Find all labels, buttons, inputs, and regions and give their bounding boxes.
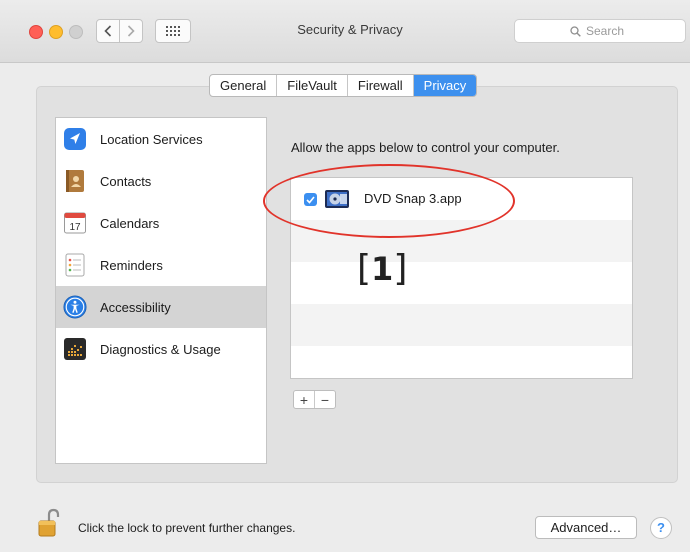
empty-list-row xyxy=(291,304,632,346)
search-input[interactable] xyxy=(586,24,630,38)
annotation-number: 1 xyxy=(371,250,394,288)
annotation-highlight-oval xyxy=(263,164,515,238)
accessibility-icon xyxy=(63,295,87,319)
contacts-book-icon xyxy=(63,169,87,193)
zoom-window-button[interactable] xyxy=(69,25,83,39)
tab-bar: General FileVault Firewall Privacy xyxy=(209,74,478,97)
tab-firewall[interactable]: Firewall xyxy=(348,75,414,96)
tab-general[interactable]: General xyxy=(210,75,278,96)
sidebar-item-reminders[interactable]: Reminders xyxy=(56,244,266,286)
search-field[interactable] xyxy=(514,19,686,43)
advanced-button[interactable]: Advanced… xyxy=(535,516,637,539)
sidebar-item-calendars[interactable]: 17 Calendars xyxy=(56,202,266,244)
privacy-category-list: Location Services Contacts 17 Calendars … xyxy=(55,117,267,464)
sidebar-item-label: Accessibility xyxy=(100,299,171,315)
calendar-icon: 17 xyxy=(63,211,87,235)
title-bar: Security & Privacy xyxy=(0,0,690,63)
back-button[interactable] xyxy=(96,19,120,43)
sidebar-item-location-services[interactable]: Location Services xyxy=(56,118,266,160)
calendar-day-number: 17 xyxy=(69,222,81,233)
annotation-label: [1] xyxy=(357,248,407,289)
chevron-right-icon xyxy=(127,25,135,37)
add-remove-control: + − xyxy=(293,390,336,409)
sidebar-item-contacts[interactable]: Contacts xyxy=(56,160,266,202)
sidebar-item-label: Contacts xyxy=(100,173,152,189)
empty-list-row xyxy=(291,262,632,304)
chevron-left-icon xyxy=(104,25,112,37)
help-button[interactable]: ? xyxy=(650,517,672,539)
annotation-bracket-open: [ xyxy=(357,248,372,289)
sidebar-item-label: Reminders xyxy=(100,257,163,273)
show-all-button[interactable] xyxy=(155,19,191,43)
close-window-button[interactable] xyxy=(29,25,43,39)
add-app-button[interactable]: + xyxy=(294,391,315,408)
minimize-window-button[interactable] xyxy=(49,25,63,39)
lock-icon[interactable] xyxy=(36,508,60,538)
forward-button[interactable] xyxy=(119,19,143,43)
location-arrow-icon xyxy=(63,127,87,151)
lock-status-text: Click the lock to prevent further change… xyxy=(78,521,296,535)
sidebar-item-label: Location Services xyxy=(100,131,203,147)
tab-privacy[interactable]: Privacy xyxy=(413,75,477,96)
grid-icon xyxy=(166,26,180,36)
sidebar-item-diagnostics-usage[interactable]: Diagnostics & Usage xyxy=(56,328,266,370)
security-privacy-window: Security & Privacy General FileVault Fir… xyxy=(0,0,690,552)
sidebar-item-label: Calendars xyxy=(100,215,160,231)
tab-filevault[interactable]: FileVault xyxy=(277,75,348,96)
annotation-bracket-close: ] xyxy=(393,248,408,289)
empty-list-row xyxy=(291,346,632,378)
remove-app-button[interactable]: − xyxy=(315,391,335,408)
search-icon xyxy=(570,25,581,37)
sidebar-item-accessibility[interactable]: Accessibility xyxy=(56,286,266,328)
sidebar-item-label: Diagnostics & Usage xyxy=(100,341,221,357)
privacy-description: Allow the apps below to control your com… xyxy=(291,140,560,155)
window-title: Security & Privacy xyxy=(297,22,403,37)
diagnostics-icon xyxy=(63,337,87,361)
reminders-list-icon xyxy=(63,253,87,277)
